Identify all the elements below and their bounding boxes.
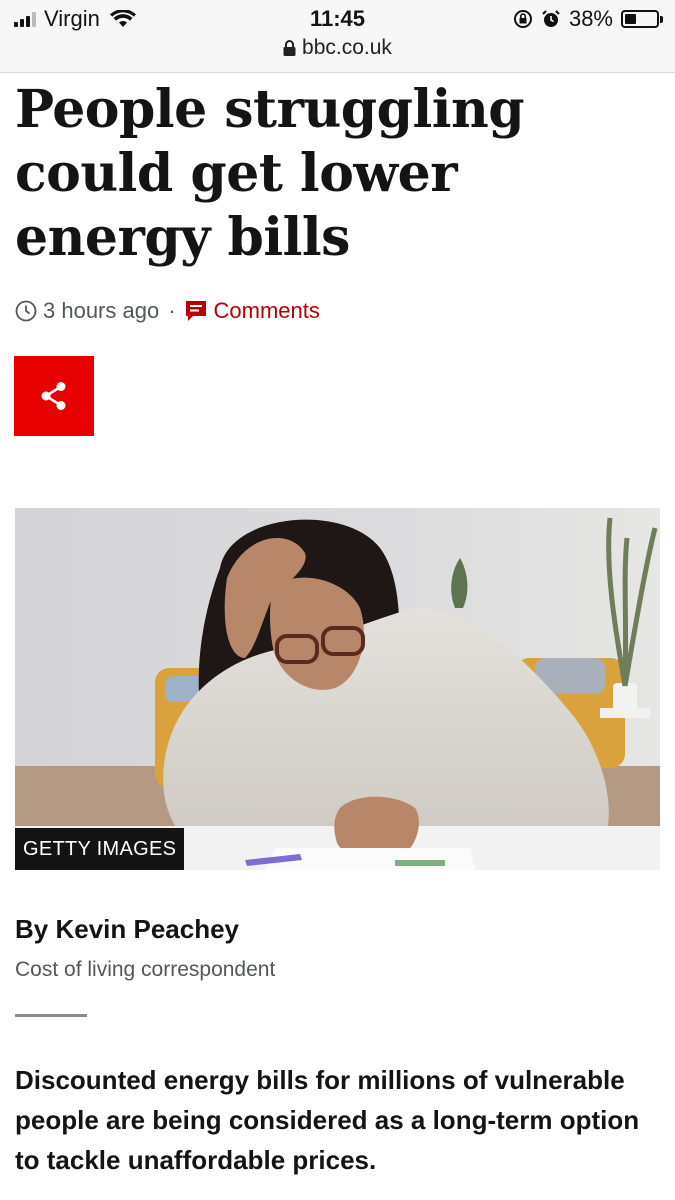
url-bar[interactable]: bbc.co.uk: [0, 36, 675, 60]
hero-photo: [15, 508, 660, 870]
image-credit: GETTY IMAGES: [15, 828, 185, 870]
article-meta: 3 hours ago · Comments: [15, 298, 320, 324]
meta-separator: ·: [168, 298, 176, 323]
author-name[interactable]: By Kevin Peachey: [15, 914, 239, 945]
share-icon: [41, 382, 66, 410]
status-bar: Virgin 11:45 38% bbc.co.uk: [0, 0, 675, 73]
byline-divider: [15, 1014, 87, 1017]
article-intro: Discounted energy bills for millions of …: [15, 1065, 640, 1175]
battery-icon: [621, 10, 663, 28]
orientation-lock-icon: [513, 10, 532, 28]
battery-percent: 38%: [568, 6, 613, 31]
alarm-icon: [542, 10, 560, 27]
comments-label: Comments: [213, 298, 320, 323]
url-text: bbc.co.uk: [302, 36, 392, 59]
comments-icon: [185, 301, 206, 321]
article-headline: People struggling could get lower energy…: [15, 79, 525, 268]
article-timestamp: 3 hours ago: [43, 298, 160, 323]
status-right: 38%: [513, 6, 663, 32]
clock-icon: [15, 300, 37, 322]
lock-icon: [283, 40, 296, 57]
hero-image: [15, 508, 660, 870]
share-button[interactable]: [14, 356, 94, 436]
comments-link[interactable]: Comments: [185, 298, 320, 324]
author-role: Cost of living correspondent: [15, 958, 276, 981]
